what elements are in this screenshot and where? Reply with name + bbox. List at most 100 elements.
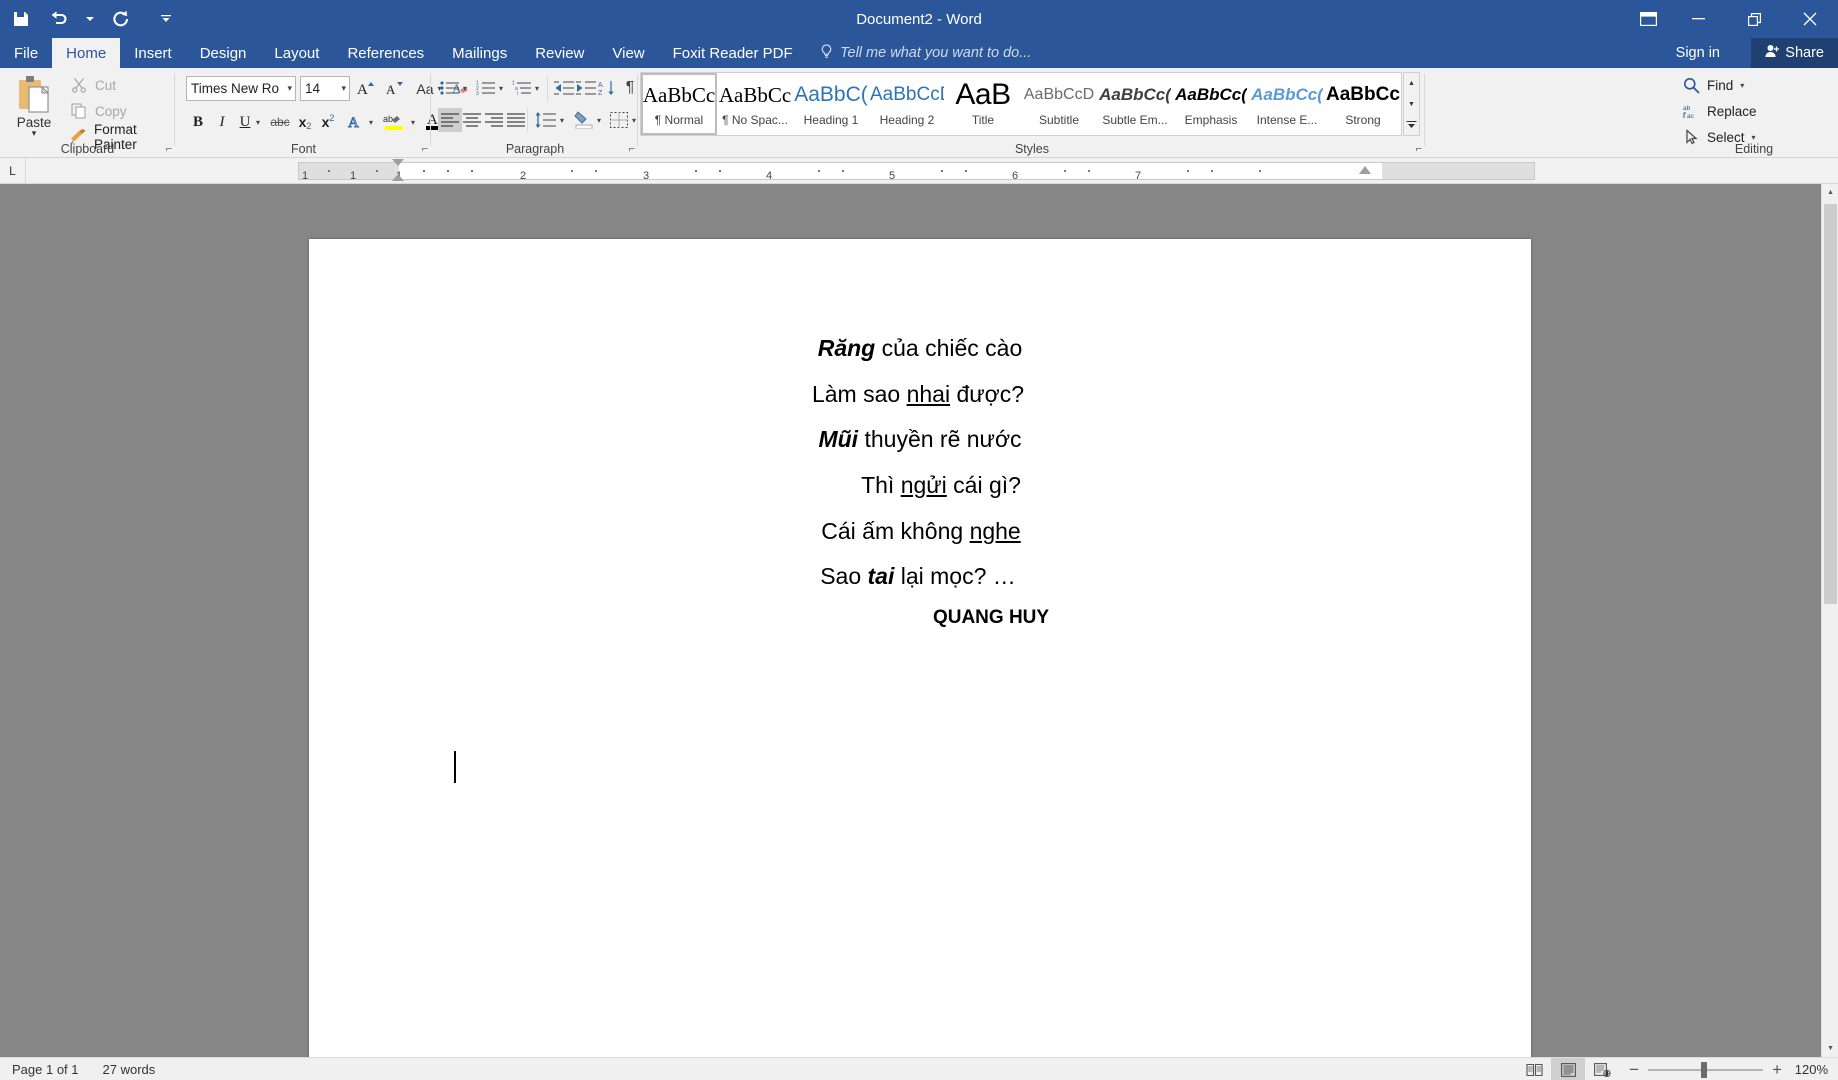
decrease-indent-icon[interactable]	[552, 76, 576, 100]
web-layout-icon[interactable]	[1585, 1058, 1619, 1080]
tab-design[interactable]: Design	[186, 38, 261, 68]
line-spacing-icon[interactable]	[533, 108, 557, 132]
grow-font-button[interactable]: A	[354, 76, 380, 101]
style-no-spacing[interactable]: AaBbCc ¶ No Spac...	[717, 73, 793, 135]
print-layout-icon[interactable]	[1551, 1058, 1586, 1080]
font-name-chevron-down-icon[interactable]: ▾	[287, 83, 292, 94]
line-spacing-chevron-down-icon[interactable]: ▾	[556, 108, 568, 132]
zoom-out-button[interactable]: −	[1629, 1061, 1639, 1078]
paragraph-dialog-launcher[interactable]: ⌐	[629, 143, 635, 155]
minimize-button[interactable]	[1670, 0, 1726, 38]
bold-button[interactable]: B	[186, 110, 210, 134]
tell-me-search[interactable]: Tell me what you want to do...	[820, 38, 1031, 68]
right-indent-marker[interactable]	[1359, 166, 1371, 174]
customize-qat-icon[interactable]	[156, 3, 176, 35]
highlight-chevron-down-icon[interactable]: ▾	[407, 110, 419, 134]
sort-icon[interactable]: AZ	[596, 76, 620, 100]
ribbon-display-options-icon[interactable]	[1626, 0, 1670, 38]
find-button[interactable]: Find ▾	[1682, 74, 1744, 96]
styles-dialog-launcher[interactable]: ⌐	[1416, 143, 1422, 155]
shrink-font-button[interactable]: A	[382, 76, 408, 101]
italic-button[interactable]: I	[210, 110, 234, 134]
style-heading-1[interactable]: AaBbC( Heading 1	[793, 73, 869, 135]
zoom-level[interactable]: 120%	[1792, 1062, 1838, 1077]
styles-gallery-scroll[interactable]: ▲ ▼	[1403, 72, 1420, 136]
style-emphasis[interactable]: AaBbCc( Emphasis	[1173, 73, 1249, 135]
sign-in-button[interactable]: Sign in	[1676, 38, 1720, 68]
align-left-icon[interactable]	[438, 108, 462, 132]
align-right-icon[interactable]	[482, 108, 506, 132]
page-indicator[interactable]: Page 1 of 1	[0, 1062, 91, 1077]
tab-stop-selector[interactable]: L	[0, 158, 26, 184]
save-icon[interactable]	[4, 3, 38, 35]
text-effects-chevron-down-icon[interactable]: ▾	[365, 110, 377, 134]
replace-button[interactable]: ab ac Replace	[1682, 100, 1757, 122]
style-heading-2[interactable]: AaBbCcD Heading 2	[869, 73, 945, 135]
zoom-slider-thumb[interactable]	[1701, 1061, 1708, 1078]
style-subtle-emphasis[interactable]: AaBbCc( Subtle Em...	[1097, 73, 1173, 135]
bullets-chevron-down-icon[interactable]: ▾	[459, 76, 471, 100]
zoom-in-button[interactable]: +	[1772, 1061, 1782, 1078]
styles-scroll-down-icon[interactable]: ▼	[1404, 94, 1419, 115]
paste-button[interactable]: Paste ▾	[6, 72, 62, 146]
tab-home[interactable]: Home	[52, 38, 121, 68]
font-dialog-launcher[interactable]: ⌐	[422, 143, 428, 155]
text-highlight-color-button[interactable]: ab	[381, 108, 407, 134]
select-chevron-down-icon[interactable]: ▾	[1752, 133, 1756, 142]
strikethrough-button[interactable]: abc	[266, 110, 294, 134]
doc-line[interactable]: Làm sao nhai được?	[307, 381, 1529, 408]
tab-layout[interactable]: Layout	[260, 38, 333, 68]
clipboard-dialog-launcher[interactable]: ⌐	[166, 143, 172, 155]
close-button[interactable]	[1782, 0, 1838, 38]
hanging-indent-marker[interactable]	[392, 174, 404, 181]
doc-line[interactable]: Thì ngửi cái gì?	[330, 472, 1552, 499]
shading-chevron-down-icon[interactable]: ▾	[593, 108, 605, 132]
tab-insert[interactable]: Insert	[120, 38, 186, 68]
style-subtitle[interactable]: AaBbCcD Subtitle	[1021, 73, 1097, 135]
doc-line[interactable]: Cái ấm không nghe	[310, 518, 1532, 545]
tab-view[interactable]: View	[598, 38, 658, 68]
vertical-scrollbar[interactable]: ▲ ▼	[1821, 184, 1838, 1057]
tab-references[interactable]: References	[333, 38, 438, 68]
tab-review[interactable]: Review	[521, 38, 598, 68]
multilevel-chevron-down-icon[interactable]: ▾	[531, 76, 543, 100]
share-button[interactable]: Share	[1751, 38, 1838, 68]
word-count[interactable]: 27 words	[91, 1062, 168, 1077]
read-mode-icon[interactable]	[1517, 1058, 1551, 1080]
styles-more-icon[interactable]	[1404, 114, 1419, 135]
cut-button[interactable]: Cut	[70, 74, 116, 96]
zoom-slider-track[interactable]	[1648, 1061, 1764, 1078]
styles-scroll-up-icon[interactable]: ▲	[1404, 73, 1419, 94]
style-title[interactable]: AaB Title	[945, 73, 1021, 135]
doc-line[interactable]: Sao tai lại mọc? …	[307, 563, 1529, 590]
style-strong[interactable]: AaBbCc( Strong	[1325, 73, 1401, 135]
subscript-button[interactable]: x2	[294, 110, 316, 134]
tab-mailings[interactable]: Mailings	[438, 38, 521, 68]
style-intense-emphasis[interactable]: AaBbCc( Intense E...	[1249, 73, 1325, 135]
paste-chevron-down-icon[interactable]: ▾	[32, 129, 37, 138]
zoom-control[interactable]: − +	[1619, 1061, 1792, 1078]
align-center-icon[interactable]	[460, 108, 484, 132]
increase-indent-icon[interactable]	[574, 76, 598, 100]
underline-chevron-down-icon[interactable]: ▾	[252, 110, 264, 134]
undo-dropdown-chevron-down-icon[interactable]	[80, 3, 100, 35]
restore-button[interactable]	[1726, 0, 1782, 38]
copy-button[interactable]: Copy	[70, 100, 127, 122]
numbering-chevron-down-icon[interactable]: ▾	[495, 76, 507, 100]
style-normal[interactable]: AaBbCc ¶ Normal	[641, 73, 717, 135]
doc-line[interactable]: Răng của chiếc cào	[309, 335, 1531, 362]
first-line-indent-marker[interactable]	[392, 159, 404, 166]
doc-line[interactable]: Mũi thuyền rẽ nước	[309, 426, 1531, 453]
font-name-combobox[interactable]: Times New Ro ▾	[186, 76, 296, 101]
tab-file[interactable]: File	[0, 38, 52, 68]
styles-gallery[interactable]: AaBbCc ¶ Normal AaBbCc ¶ No Spac... AaBb…	[640, 72, 1402, 136]
document-canvas[interactable]: Răng của chiếc cào Làm sao nhai được? Mũ…	[0, 184, 1838, 1057]
undo-icon[interactable]	[42, 3, 76, 35]
tab-foxit-reader-pdf[interactable]: Foxit Reader PDF	[659, 38, 807, 68]
scroll-down-arrow-icon[interactable]: ▼	[1822, 1040, 1838, 1057]
scroll-up-arrow-icon[interactable]: ▲	[1822, 184, 1838, 201]
superscript-button[interactable]: x2	[317, 110, 339, 134]
scrollbar-thumb[interactable]	[1824, 204, 1837, 604]
horizontal-ruler[interactable]: 1 1 1 2 3 4 5 6 7	[298, 159, 1535, 182]
document-page[interactable]: Răng của chiếc cào Làm sao nhai được? Mũ…	[309, 239, 1531, 1057]
